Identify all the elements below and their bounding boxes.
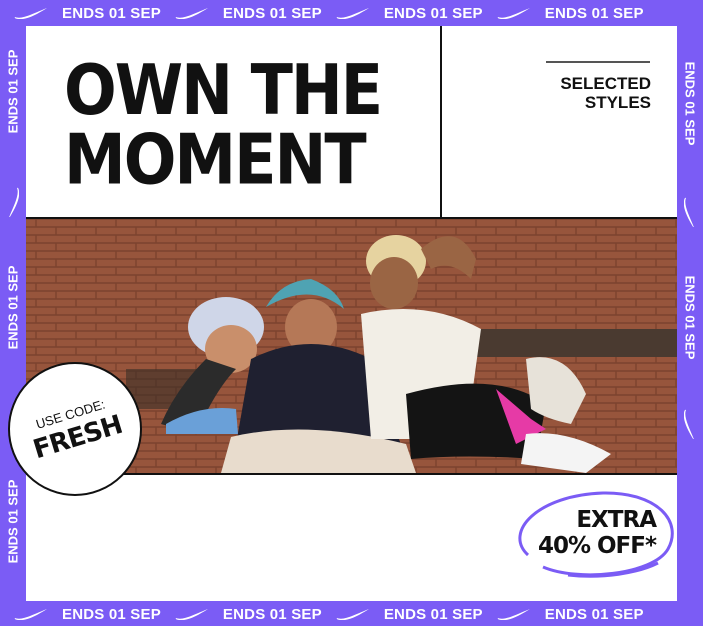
ticker-item: ENDS 01 SEP	[483, 5, 644, 22]
ticker-item: ENDS 01 SEP	[5, 49, 21, 133]
swoosh-icon	[336, 609, 369, 620]
right-ticker: ENDS 01 SEP ENDS 01 SEP	[677, 26, 703, 601]
swoosh-icon	[336, 8, 369, 19]
ticker-item: ENDS 01 SEP	[322, 606, 483, 623]
swoosh-icon	[497, 8, 530, 19]
ticker-item: ENDS 01 SEP	[483, 606, 644, 623]
headline-panel: OWN THE MOMENT	[26, 26, 442, 219]
swoosh-icon	[677, 192, 703, 232]
ticker-item: ENDS 01 SEP	[682, 61, 698, 145]
ticker-item: ENDS 01 SEP	[682, 275, 698, 359]
headline: OWN THE MOMENT	[64, 49, 383, 201]
swoosh-icon	[677, 404, 703, 444]
divider	[546, 61, 650, 63]
ticker-item: ENDS 01 SEP	[322, 5, 483, 22]
selected-styles-panel: SELECTED STYLES	[442, 26, 677, 219]
swoosh-icon	[14, 609, 47, 620]
discount-offer[interactable]: EXTRA 40% OFF*	[508, 487, 678, 583]
top-ticker: ENDS 01 SEP ENDS 01 SEP ENDS 01 SEP ENDS…	[0, 0, 703, 26]
swoosh-icon	[175, 609, 208, 620]
swoosh-icon	[497, 609, 530, 620]
ticker-item: ENDS 01 SEP	[161, 5, 322, 22]
ticker-item: ENDS 01 SEP	[5, 265, 21, 349]
ticker-item: ENDS 01 SEP	[0, 5, 161, 22]
promo-code-badge[interactable]: USE CODE: FRESH	[8, 362, 142, 496]
promo-banner[interactable]: ENDS 01 SEP ENDS 01 SEP ENDS 01 SEP ENDS…	[0, 0, 703, 626]
left-ticker: ENDS 01 SEP ENDS 01 SEP ENDS 01 SEP	[0, 26, 26, 601]
ticker-item: ENDS 01 SEP	[0, 606, 161, 623]
ticker-item: ENDS 01 SEP	[161, 606, 322, 623]
swoosh-icon	[14, 8, 47, 19]
offer-line-2: 40% OFF*	[537, 533, 657, 559]
selected-styles-label: SELECTED STYLES	[560, 74, 651, 112]
swoosh-icon	[0, 182, 26, 222]
bottom-ticker: ENDS 01 SEP ENDS 01 SEP ENDS 01 SEP ENDS…	[0, 601, 703, 626]
offer-line-1: EXTRA	[576, 507, 657, 533]
ticker-item: ENDS 01 SEP	[5, 479, 21, 563]
swoosh-icon	[175, 8, 208, 19]
